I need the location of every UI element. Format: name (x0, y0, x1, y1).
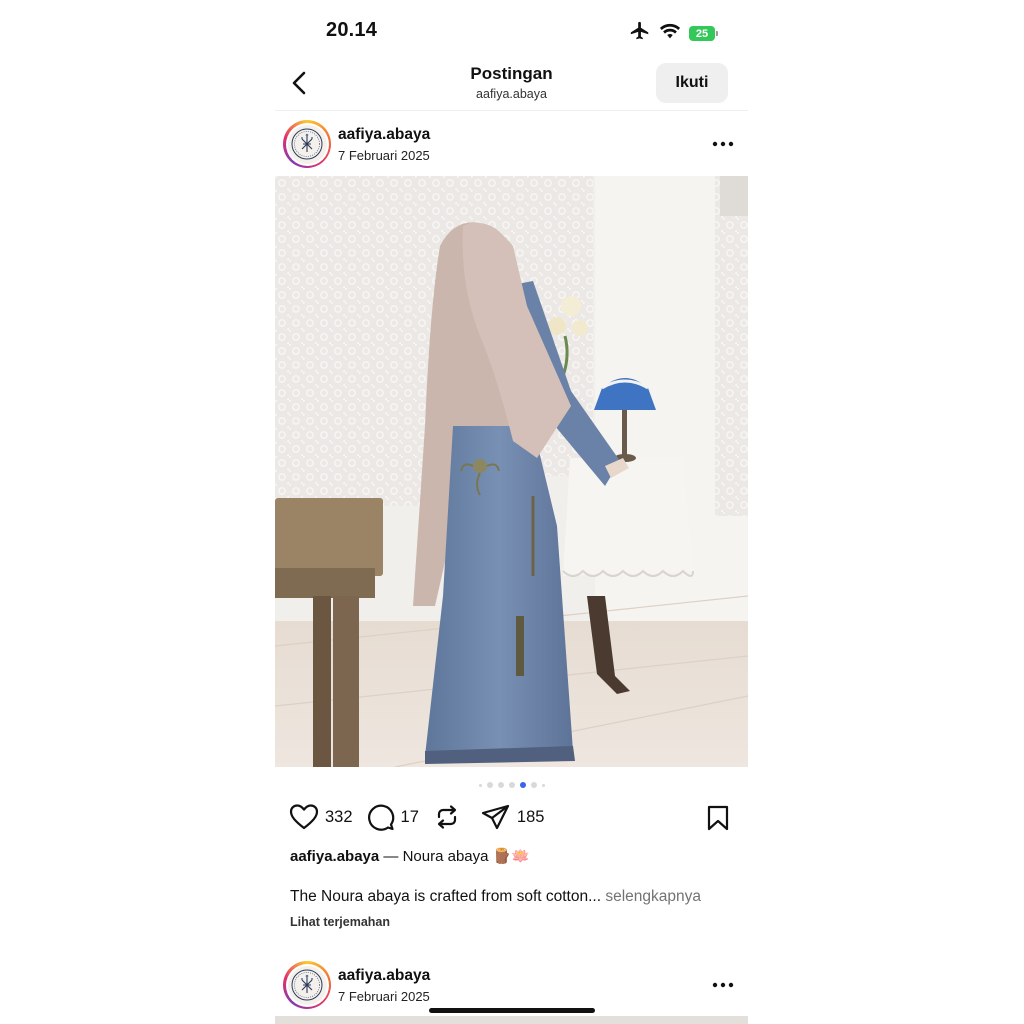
carousel-indicator (275, 782, 748, 788)
post-username[interactable]: aafiya.abaya (338, 126, 430, 144)
brand-logo-icon (291, 969, 323, 1001)
bookmark-icon (707, 805, 729, 831)
caption-text: The Noura abaya is crafted from soft cot… (290, 888, 602, 905)
save-button[interactable] (705, 804, 731, 837)
status-time: 20.14 (326, 19, 378, 41)
caption-title: — Noura abaya 🪵🪷 (383, 848, 530, 865)
comment-count: 17 (400, 807, 419, 826)
more-icon (712, 141, 734, 147)
status-icons: 25 (629, 20, 718, 47)
post-photo[interactable] (275, 176, 748, 767)
wifi-icon (659, 22, 681, 45)
more-options-button[interactable] (709, 134, 737, 154)
post-actions: 332 17 185 (289, 803, 558, 831)
caption-header: aafiya.abaya — Noura abaya 🪵🪷 (290, 847, 530, 865)
next-post-header: aafiya.abaya 7 Februari 2025 (275, 961, 748, 1011)
comment-icon (367, 804, 394, 831)
brand-logo-icon (291, 128, 323, 160)
carousel-dot (497, 782, 504, 788)
repost-icon (437, 805, 456, 829)
carousel-dot (478, 783, 482, 787)
battery-icon: 25 (689, 26, 718, 41)
read-more-link[interactable]: selengkapnya (605, 888, 701, 905)
next-post-photo[interactable] (275, 1016, 748, 1024)
carousel-dot (541, 783, 545, 787)
like-button[interactable]: 332 (289, 803, 367, 831)
next-post-avatar[interactable] (283, 961, 331, 1009)
avatar[interactable] (283, 120, 331, 168)
next-post-username[interactable]: aafiya.abaya (338, 967, 430, 985)
carousel-dot (530, 782, 537, 788)
battery-level: 25 (689, 26, 715, 41)
header-divider (275, 110, 748, 111)
send-icon (481, 804, 509, 830)
more-icon (712, 982, 734, 988)
carousel-dot-active (519, 782, 526, 788)
caption-username[interactable]: aafiya.abaya (290, 848, 379, 865)
like-count: 332 (325, 807, 353, 826)
airplane-icon (629, 20, 651, 47)
post-date: 7 Februari 2025 (338, 148, 430, 163)
phone-screen: 20.14 25 Postingan aafiya.abaya Ikuti aa… (275, 0, 748, 1024)
next-post-date: 7 Februari 2025 (338, 989, 430, 1004)
share-button[interactable]: 185 (481, 803, 559, 831)
carousel-dot (486, 782, 493, 788)
next-post-more-button[interactable] (709, 975, 737, 995)
home-indicator[interactable] (429, 1008, 595, 1013)
share-count: 185 (516, 807, 545, 826)
caption-body: The Noura abaya is crafted from soft cot… (290, 888, 701, 906)
repost-button[interactable] (433, 803, 461, 831)
post-header: aafiya.abaya 7 Februari 2025 (275, 120, 748, 170)
follow-button[interactable]: Ikuti (656, 63, 728, 103)
heart-icon (289, 804, 319, 830)
translate-link[interactable]: Lihat terjemahan (290, 915, 390, 929)
carousel-dot (508, 782, 515, 788)
comment-button[interactable]: 17 (367, 803, 433, 831)
